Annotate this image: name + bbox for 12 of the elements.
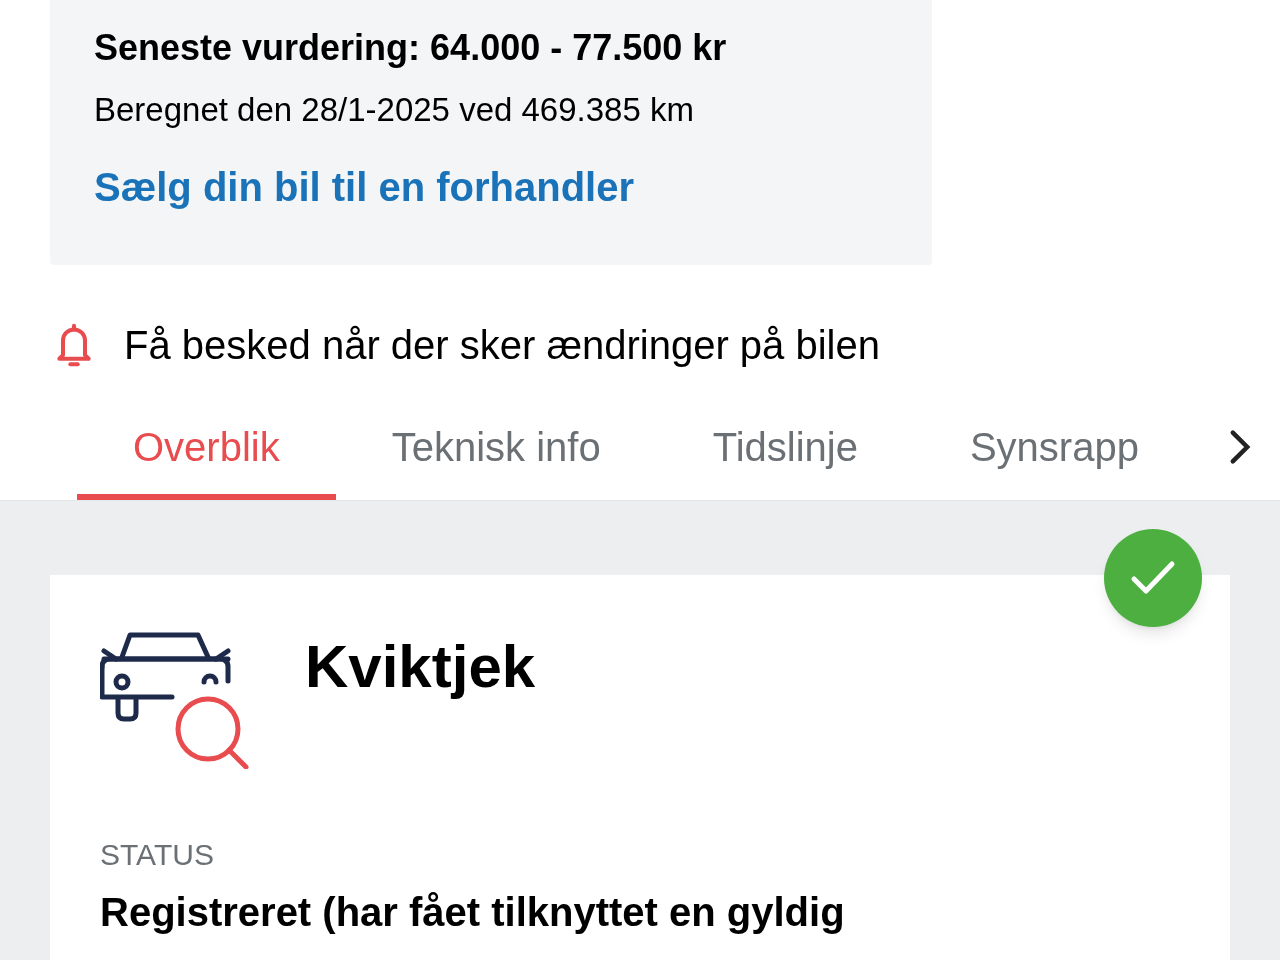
card-title: Kviktjek [305,632,536,702]
valuation-title: Seneste vurdering: 64.000 - 77.500 kr [94,26,728,70]
tab[interactable]: Tidslinje [656,400,914,500]
status-label: STATUS [100,837,215,873]
sell-car-link[interactable]: Sælg din bil til en forhandler [94,162,635,212]
tab[interactable]: Teknisk info [335,400,657,500]
chevron-right-icon [1229,429,1251,465]
status-value: Registreret (har fået tilknyttet en gyldig [100,889,846,936]
tab[interactable]: Synsrapp [913,400,1195,500]
check-icon [1130,560,1176,596]
valuation-date: Beregnet den 28/1-2025 ved 469.385 km [94,90,695,130]
notify-text[interactable]: Få besked når der sker ændringer på bilen [124,320,880,370]
